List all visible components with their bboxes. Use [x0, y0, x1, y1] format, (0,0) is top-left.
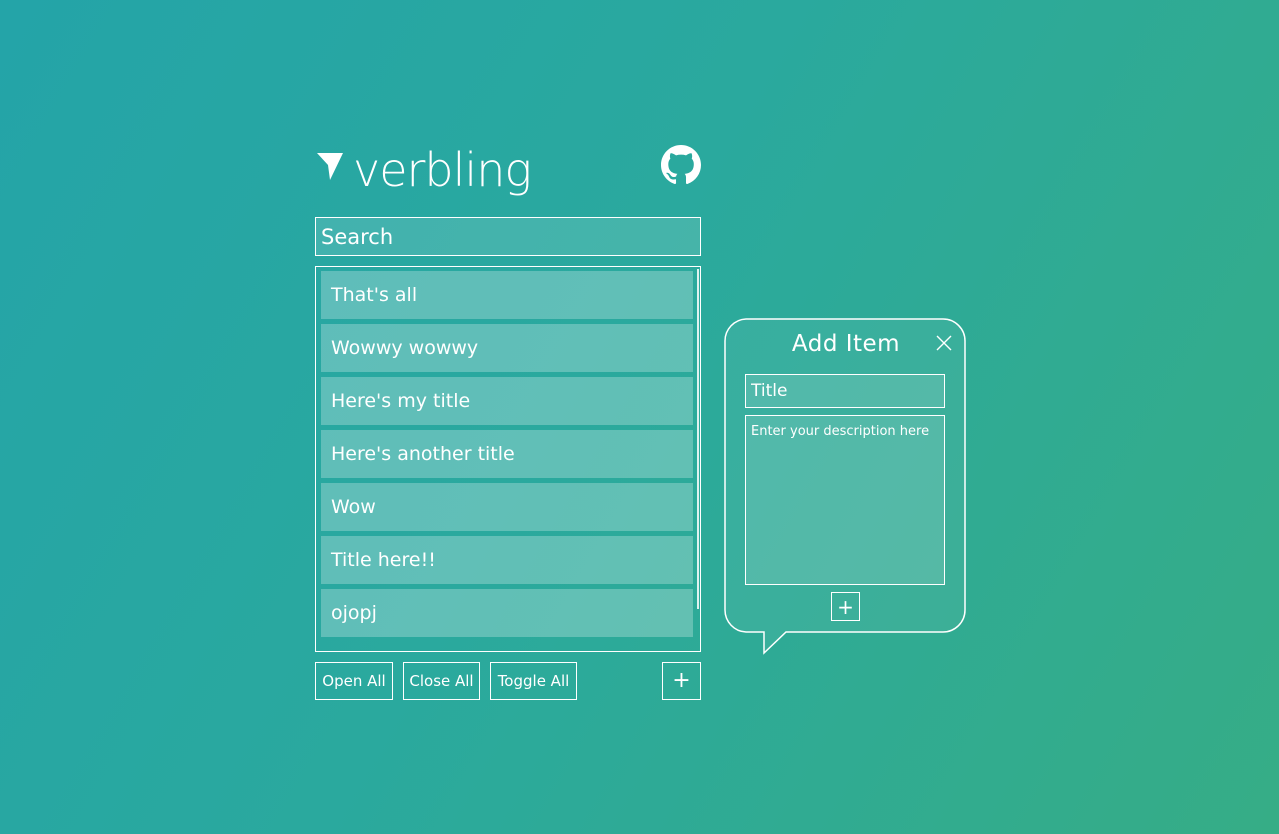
close-all-button[interactable]: Close All	[403, 662, 480, 700]
list-item[interactable]: Wow	[321, 483, 693, 531]
list-item[interactable]: Wowwy wowwy	[321, 324, 693, 372]
list-item-title: That's all	[331, 284, 418, 306]
add-item-button[interactable]: +	[662, 662, 701, 700]
close-icon[interactable]	[936, 335, 952, 351]
list-scrollbar[interactable]	[697, 269, 699, 609]
add-item-heading: Add Item	[791, 331, 901, 357]
app-name: verbling	[353, 143, 532, 197]
item-list-panel[interactable]: That's all Wowwy wowwy Here's my title H…	[315, 266, 701, 652]
item-description-input[interactable]	[745, 415, 945, 585]
list-item[interactable]: Title here!!	[321, 536, 693, 584]
list-item-title: Here's another title	[331, 443, 515, 465]
app-logo: verbling	[315, 140, 532, 200]
arrow-cursor-icon	[317, 153, 343, 180]
github-icon[interactable]	[661, 145, 701, 185]
list-item-title: Wow	[331, 496, 376, 518]
toggle-all-button[interactable]: Toggle All	[490, 662, 577, 700]
search-input[interactable]	[315, 217, 701, 256]
list-item-title: Here's my title	[331, 390, 471, 412]
list-item[interactable]: Here's my title	[321, 377, 693, 425]
item-list: That's all Wowwy wowwy Here's my title H…	[321, 271, 693, 642]
list-item-title: Wowwy wowwy	[331, 337, 479, 359]
list-item[interactable]: Here's another title	[321, 430, 693, 478]
list-item[interactable]: That's all	[321, 271, 693, 319]
list-item-title: ojopj	[331, 602, 377, 624]
open-all-button[interactable]: Open All	[315, 662, 393, 700]
submit-item-button[interactable]: +	[831, 592, 860, 621]
item-title-input[interactable]	[745, 374, 945, 408]
list-item-title: Title here!!	[331, 549, 436, 571]
list-item[interactable]: ojopj	[321, 589, 693, 637]
